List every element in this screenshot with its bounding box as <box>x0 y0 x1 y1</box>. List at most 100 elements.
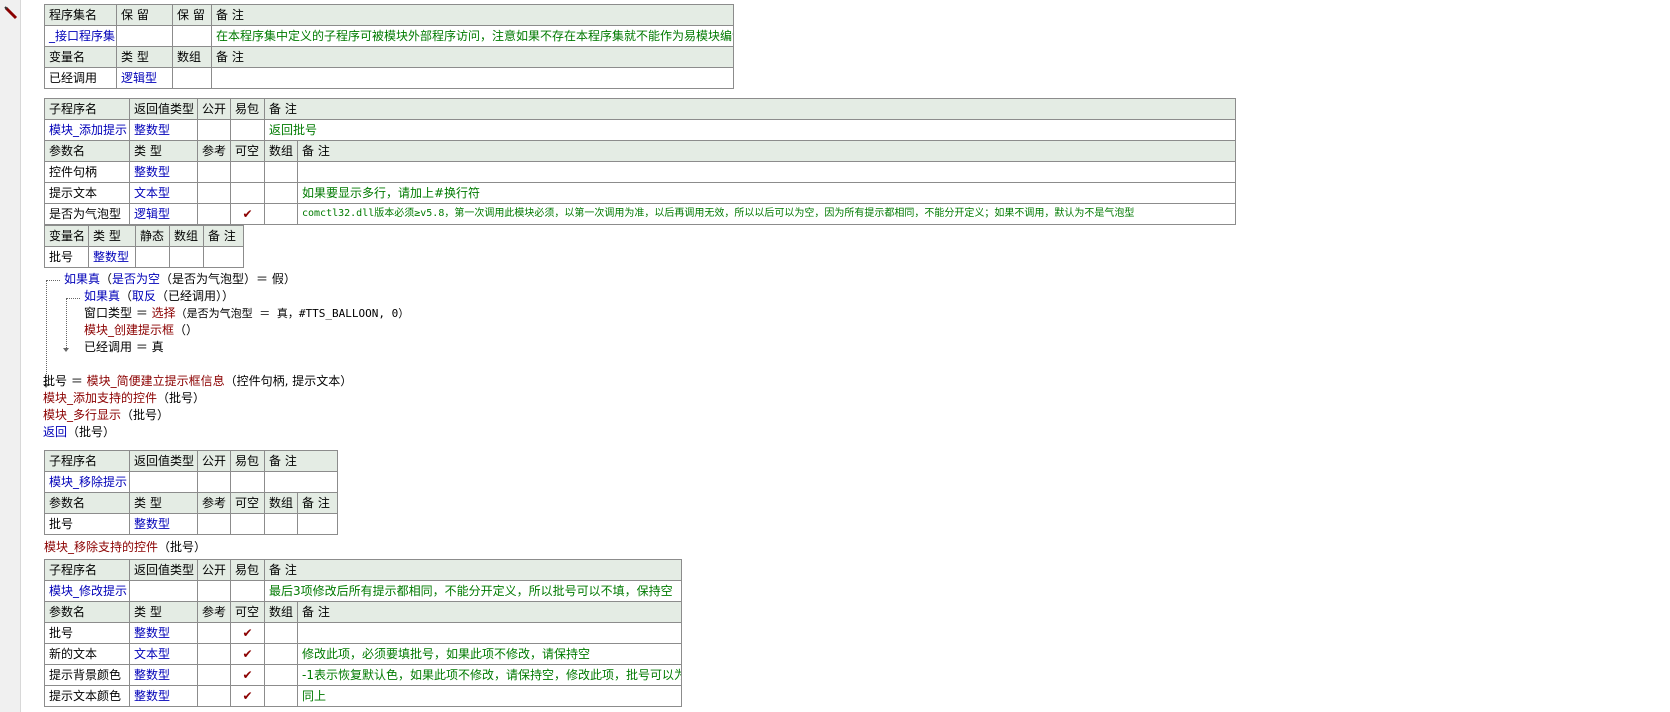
empty-cell[interactable] <box>230 580 265 602</box>
empty-cell[interactable] <box>211 67 734 89</box>
empty-cell[interactable] <box>197 119 231 141</box>
empty-cell[interactable] <box>264 471 338 493</box>
subroutine-table-modify: 子程序名 返回值类型 公开 易包 备 注 模块_修改提示 最后3项修改后所有提示… <box>44 559 682 707</box>
nullable-check-icon[interactable]: ✔ <box>230 643 265 665</box>
var-type[interactable]: 逻辑型 <box>116 67 173 89</box>
header-cell: 备 注 <box>297 140 1236 162</box>
empty-cell[interactable] <box>230 119 265 141</box>
header-cell: 可空 <box>230 492 265 514</box>
empty-cell[interactable] <box>169 246 204 268</box>
param-type[interactable]: 整数型 <box>129 664 198 686</box>
header-cell: 返回值类型 <box>129 559 198 581</box>
param-type[interactable]: 逻辑型 <box>129 203 198 225</box>
assembly-remark[interactable]: 在本程序集中定义的子程序可被模块外部程序访问，注意如果不存在本程序集就不能作为易… <box>211 25 734 47</box>
empty-cell[interactable] <box>197 643 231 665</box>
header-cell: 备 注 <box>211 4 734 26</box>
param-remark[interactable]: comctl32.dll版本必须≥v5.8，第一次调用此模块必须，以第一次调用为… <box>297 203 1236 225</box>
empty-cell[interactable] <box>264 685 298 707</box>
header-cell: 子程序名 <box>44 98 130 120</box>
empty-cell[interactable] <box>172 67 212 89</box>
empty-cell[interactable] <box>172 25 212 47</box>
sub-remark[interactable]: 返回批号 <box>264 119 1236 141</box>
sub-name[interactable]: 模块_修改提示 <box>44 580 130 602</box>
code-line-assign[interactable]: 已经调用 ＝ 真 <box>84 336 164 358</box>
empty-cell[interactable] <box>135 246 170 268</box>
empty-cell[interactable] <box>197 664 231 686</box>
code-line-return[interactable]: 返回（批号） <box>43 421 115 443</box>
subroutine-table-add: 子程序名 返回值类型 公开 易包 备 注 模块_添加提示 整数型 返回批号 参数… <box>44 98 1236 225</box>
empty-cell[interactable] <box>264 664 298 686</box>
sub-remark[interactable]: 最后3项修改后所有提示都相同，不能分开定义，所以批号可以不填，保持空 <box>264 580 682 602</box>
header-cell: 易包 <box>230 98 265 120</box>
param-remark[interactable]: 修改此项，必须要填批号，如果此项不修改，请保持空 <box>297 643 682 665</box>
local-var-name[interactable]: 批号 <box>44 246 89 268</box>
var-name[interactable]: 已经调用 <box>44 67 117 89</box>
header-cell: 类 型 <box>129 140 198 162</box>
keyword: 如果真 <box>84 289 121 303</box>
param-name[interactable]: 是否为气泡型 <box>44 203 130 225</box>
empty-cell[interactable] <box>197 203 231 225</box>
nullable-cell[interactable] <box>230 182 265 204</box>
assembly-name[interactable]: _接口程序集 <box>44 25 117 47</box>
param-name[interactable]: 批号 <box>44 622 130 644</box>
param-type[interactable]: 文本型 <box>129 182 198 204</box>
sub-name[interactable]: 模块_移除提示 <box>44 471 130 493</box>
empty-cell[interactable] <box>197 161 231 183</box>
empty-cell[interactable] <box>116 25 173 47</box>
empty-cell[interactable] <box>264 513 298 535</box>
param-type[interactable]: 文本型 <box>129 643 198 665</box>
empty-cell[interactable] <box>197 471 231 493</box>
param-type[interactable]: 整数型 <box>129 513 198 535</box>
nullable-cell[interactable] <box>230 161 265 183</box>
param-name[interactable]: 提示背景颜色 <box>44 664 130 686</box>
param-type[interactable]: 整数型 <box>129 161 198 183</box>
header-cell: 程序集名 <box>44 4 117 26</box>
local-var-type[interactable]: 整数型 <box>88 246 136 268</box>
empty-cell[interactable] <box>129 471 198 493</box>
empty-cell[interactable] <box>197 182 231 204</box>
return-type[interactable]: 整数型 <box>129 119 198 141</box>
param-name[interactable]: 提示文本 <box>44 182 130 204</box>
empty-cell[interactable] <box>129 580 198 602</box>
code-editor[interactable]: 程序集名 保 留 保 留 备 注 _接口程序集 在本程序集中定义的子程序可被模块… <box>43 4 1654 707</box>
header-cell: 参考 <box>197 140 231 162</box>
param-remark[interactable]: 同上 <box>297 685 682 707</box>
header-cell: 子程序名 <box>44 450 130 472</box>
empty-cell[interactable] <box>203 246 244 268</box>
nullable-check-icon[interactable]: ✔ <box>230 622 265 644</box>
param-remark[interactable] <box>297 622 682 644</box>
paren: （ <box>120 289 133 303</box>
param-remark[interactable]: -1表示恢复默认色，如果此项不修改，请保持空，修改此项，批号可以为空 <box>297 664 682 686</box>
assembly-table: 程序集名 保 留 保 留 备 注 _接口程序集 在本程序集中定义的子程序可被模块… <box>44 4 734 89</box>
empty-cell[interactable] <box>230 471 265 493</box>
empty-cell[interactable] <box>264 161 298 183</box>
nullable-check-icon[interactable]: ✔ <box>230 203 265 225</box>
empty-cell[interactable] <box>297 513 338 535</box>
sub-name[interactable]: 模块_添加提示 <box>44 119 130 141</box>
param-type[interactable]: 整数型 <box>129 685 198 707</box>
empty-cell[interactable] <box>197 513 231 535</box>
param-type[interactable]: 整数型 <box>129 622 198 644</box>
param-remark[interactable]: 如果要显示多行，请加上#换行符 <box>297 182 1236 204</box>
empty-cell[interactable] <box>264 182 298 204</box>
nullable-check-icon[interactable]: ✔ <box>230 685 265 707</box>
param-name[interactable]: 新的文本 <box>44 643 130 665</box>
empty-cell[interactable] <box>264 622 298 644</box>
nullable-check-icon[interactable]: ✔ <box>230 664 265 686</box>
code-line-call[interactable]: 模块_移除支持的控件（批号） <box>44 535 1654 559</box>
code-block[interactable]: 如果真（是否为空（是否为气泡型）＝ 假） 如果真（取反（已经调用）） 窗口类型 … <box>43 268 644 444</box>
header-cell: 类 型 <box>116 46 173 68</box>
param-name[interactable]: 控件句柄 <box>44 161 130 183</box>
empty-cell[interactable] <box>197 580 231 602</box>
empty-cell[interactable] <box>264 643 298 665</box>
param-name[interactable]: 提示文本颜色 <box>44 685 130 707</box>
header-cell: 参数名 <box>44 492 130 514</box>
empty-cell[interactable] <box>197 622 231 644</box>
header-cell: 类 型 <box>88 225 136 247</box>
empty-cell[interactable] <box>230 513 265 535</box>
param-remark[interactable] <box>297 161 1236 183</box>
pencil-icon[interactable] <box>3 5 19 21</box>
empty-cell[interactable] <box>264 203 298 225</box>
empty-cell[interactable] <box>197 685 231 707</box>
param-name[interactable]: 批号 <box>44 513 130 535</box>
